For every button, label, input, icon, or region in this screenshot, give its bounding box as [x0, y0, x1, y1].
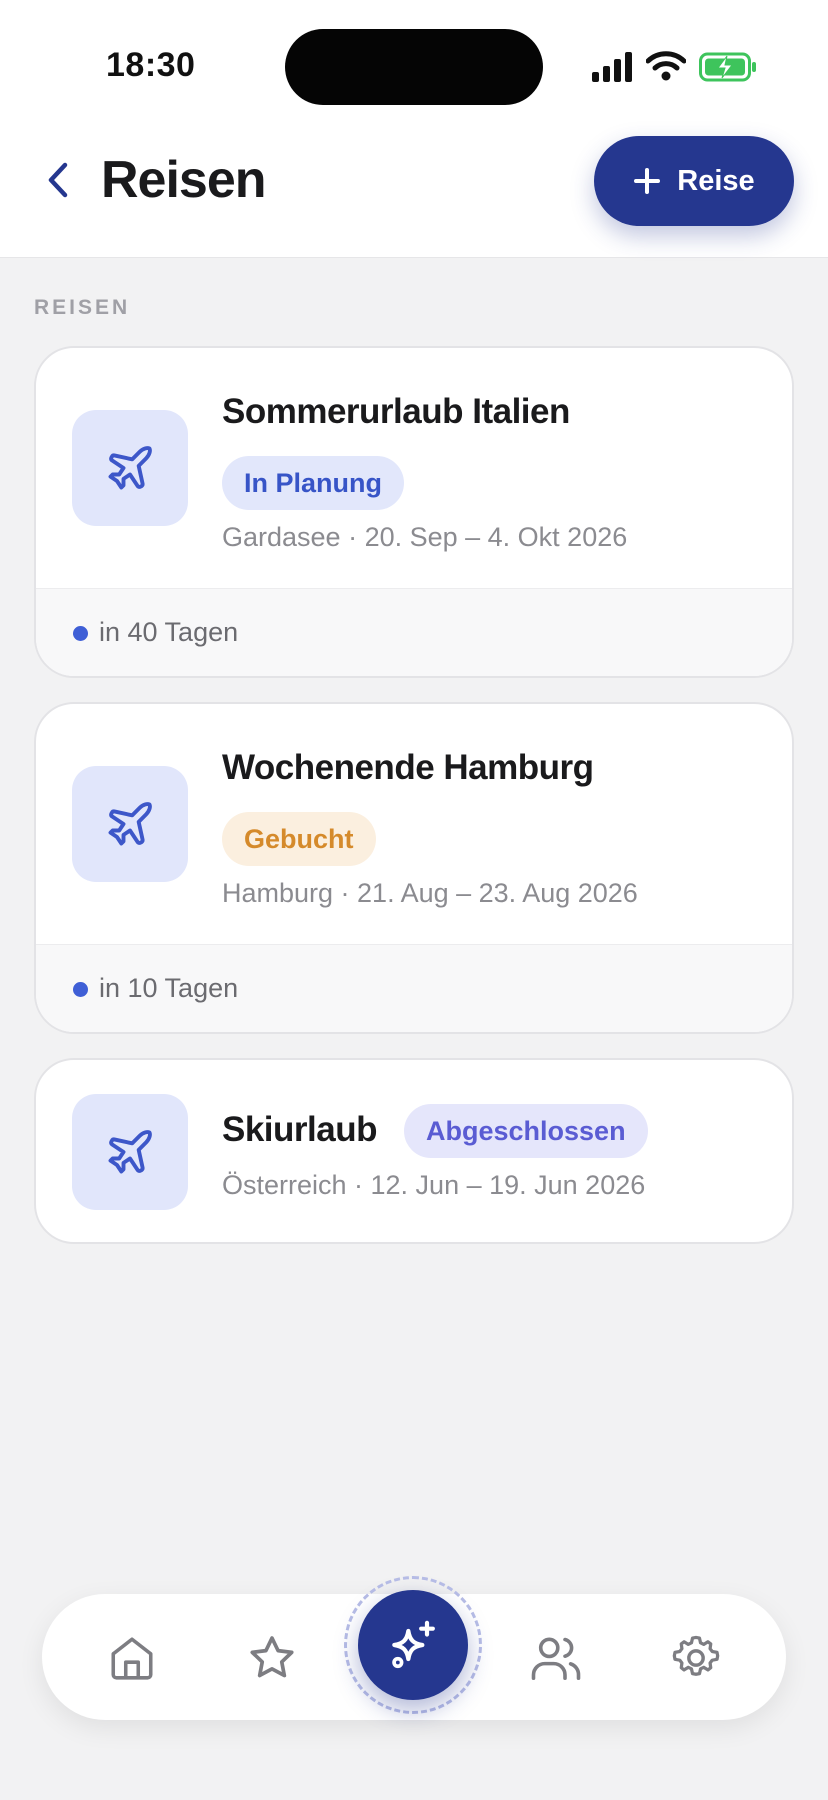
trip-card-footer: in 10 Tagen [36, 944, 792, 1032]
trip-location-dates: Österreich · 12. Jun – 19. Jun 2026 [222, 1170, 646, 1200]
trip-card[interactable]: Wochenende Hamburg Gebucht Hamburg · 21.… [34, 702, 794, 1034]
add-trip-label: Reise [677, 164, 755, 197]
trip-title: Skiurlaub [222, 1110, 377, 1149]
airplane-icon [108, 1130, 152, 1174]
section-label: REISEN [34, 296, 131, 319]
back-button[interactable] [36, 152, 80, 208]
trip-countdown: in 40 Tagen [99, 617, 239, 647]
wifi-icon [646, 51, 686, 81]
status-time: 18:30 [106, 46, 196, 84]
tab-home[interactable] [102, 1628, 162, 1688]
home-icon [111, 1637, 153, 1680]
trip-card[interactable]: Sommerurlaub Italien In Planung Gardasee… [34, 346, 794, 678]
chevron-left-icon [48, 162, 68, 198]
status-badge: Abgeschlossen [404, 1104, 648, 1158]
star-icon [250, 1636, 294, 1678]
trip-card[interactable]: Skiurlaub Abgeschlossen Österreich · 12.… [34, 1058, 794, 1244]
tab-favorites[interactable] [242, 1628, 302, 1688]
countdown-dot [73, 982, 88, 997]
trip-icon-box [72, 766, 188, 882]
status-badge: In Planung [222, 456, 404, 510]
status-badge: Gebucht [222, 812, 376, 866]
ai-assistant-button[interactable] [358, 1590, 468, 1700]
tab-people[interactable] [526, 1628, 586, 1688]
airplane-icon [108, 802, 152, 846]
trip-location-dates: Gardasee · 20. Sep – 4. Okt 2026 [222, 522, 628, 552]
trip-title: Sommerurlaub Italien [222, 392, 570, 431]
page-title: Reisen [101, 151, 267, 209]
sparkles-icon [392, 1620, 435, 1669]
trip-card-footer: in 40 Tagen [36, 588, 792, 676]
add-trip-button[interactable]: Reise [594, 136, 794, 226]
users-icon [531, 1637, 581, 1681]
trip-countdown: in 10 Tagen [99, 973, 239, 1003]
airplane-icon [108, 446, 152, 490]
header-area: 18:30 Reisen Reise [0, 0, 828, 258]
plus-icon [634, 168, 661, 194]
battery-charging-icon [699, 52, 756, 82]
countdown-dot [73, 626, 88, 641]
trip-location-dates: Hamburg · 21. Aug – 23. Aug 2026 [222, 878, 638, 908]
trip-icon-box [72, 1094, 188, 1210]
tab-settings[interactable] [666, 1628, 726, 1688]
dynamic-island [285, 29, 543, 105]
trip-icon-box [72, 410, 188, 526]
settings-icon [672, 1635, 720, 1676]
cellular-signal-icon [592, 52, 632, 82]
trip-title: Wochenende Hamburg [222, 748, 594, 787]
